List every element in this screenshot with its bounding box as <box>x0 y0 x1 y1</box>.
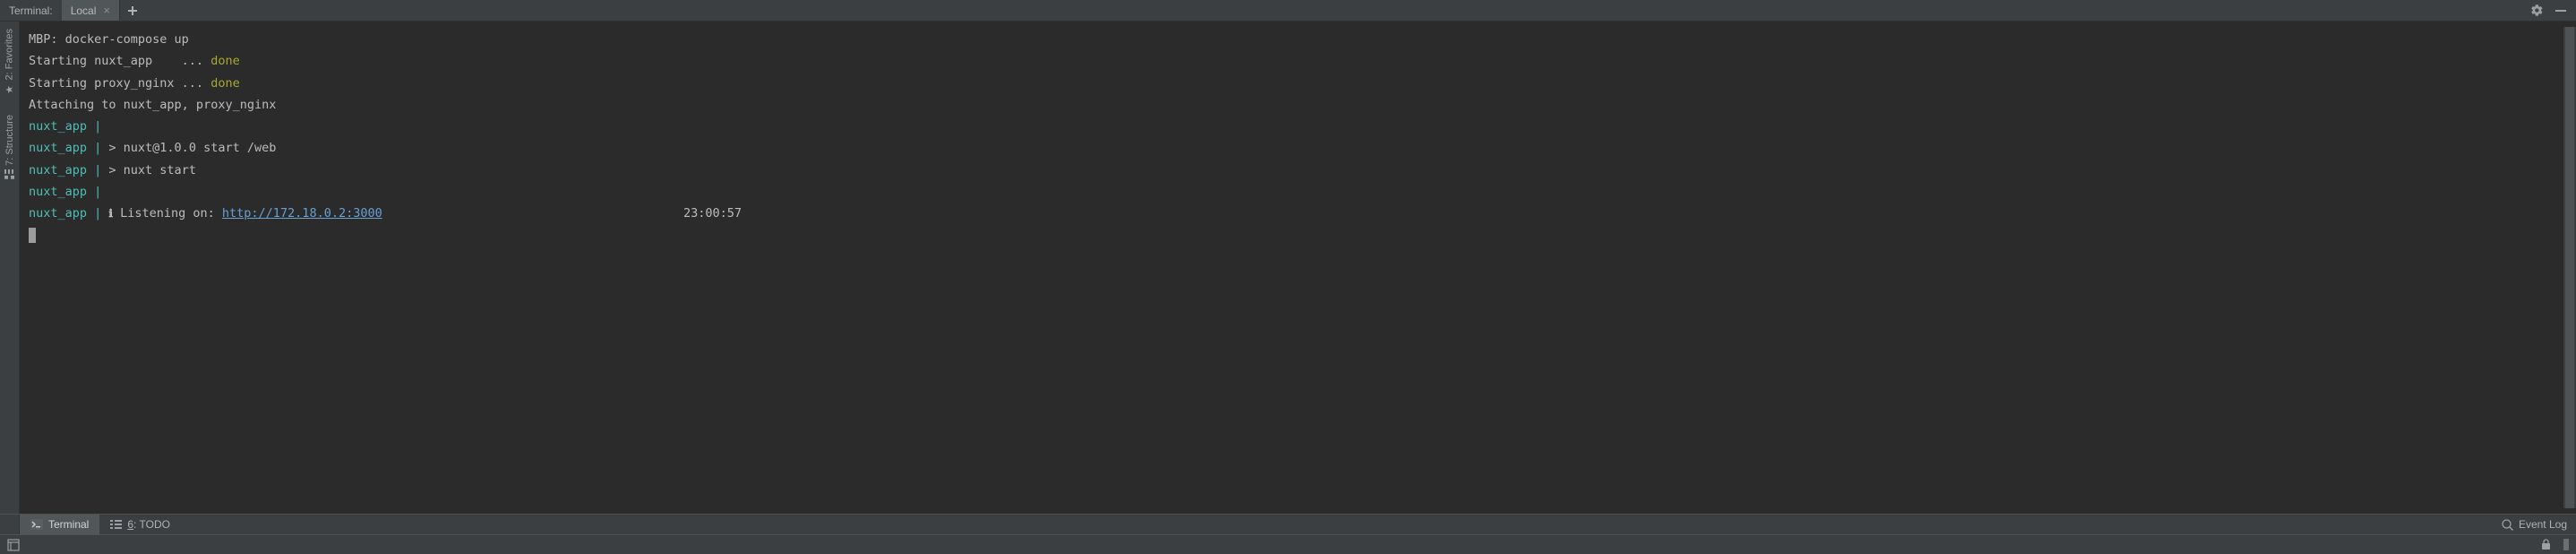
terminal-line: Starting nuxt_app ... done <box>29 50 2553 72</box>
terminal-output[interactable]: MBP: docker-compose up Starting nuxt_app … <box>21 27 2560 508</box>
terminal-tab-local[interactable]: Local × <box>62 0 120 21</box>
terminal-line: nuxt_app | ℹ Listening on: http://172.18… <box>29 203 2553 224</box>
todo-icon <box>110 519 122 530</box>
event-log-icon <box>2502 519 2513 531</box>
terminal-line: MBP: docker-compose up <box>29 29 2553 50</box>
add-tab-button[interactable] <box>120 0 145 21</box>
terminal-text: > nuxt start <box>101 163 196 177</box>
terminal-text: MBP: docker-compose up <box>29 32 189 47</box>
terminal-line: nuxt_app | > nuxt@1.0.0 start /web <box>29 137 2553 159</box>
terminal-cursor <box>29 228 36 243</box>
terminal-text: Starting nuxt_app ... <box>29 54 210 68</box>
terminal-text: nuxt_app | <box>29 185 101 199</box>
terminal-text: done <box>210 76 240 91</box>
tool-window-event-log[interactable]: Event Log <box>2493 515 2576 534</box>
gear-icon[interactable] <box>2530 4 2544 17</box>
terminal-text: nuxt_app | <box>29 119 101 134</box>
terminal-line: nuxt_app | <box>29 181 2553 203</box>
structure-icon <box>4 169 14 179</box>
sidebar-tab-structure[interactable]: 7: Structure <box>4 108 15 186</box>
terminal-text: nuxt_app | <box>29 163 101 177</box>
terminal-line: Starting proxy_nginx ... done <box>29 73 2553 94</box>
ide-terminal-panel: Terminal: Local × ★ 2: Favorites <box>0 0 2576 554</box>
status-bar <box>0 534 2576 554</box>
terminal-text: done <box>210 54 240 68</box>
terminal-text: Attaching to nuxt_app, proxy_nginx <box>29 98 276 112</box>
tool-label: Terminal <box>48 518 89 531</box>
plus-icon <box>127 5 138 16</box>
terminal-icon <box>30 519 43 530</box>
terminal-text: nuxt_app | <box>29 141 101 155</box>
terminal-line: nuxt_app | <box>29 116 2553 137</box>
terminal-text: Listening on: <box>113 206 222 221</box>
windows-icon[interactable] <box>7 539 20 551</box>
tool-window-terminal[interactable]: Terminal <box>20 515 99 534</box>
tool-label: 6: TODO <box>127 518 170 531</box>
terminal-text: > nuxt@1.0.0 start /web <box>101 141 276 155</box>
sidebar-tab-label: 7: Structure <box>4 115 15 166</box>
terminal-tab-bar: Terminal: Local × <box>0 0 2576 22</box>
sidebar-tab-favorites[interactable]: ★ 2: Favorites <box>4 22 15 102</box>
terminal-line: nuxt_app | > nuxt start <box>29 160 2553 181</box>
lock-icon[interactable] <box>2541 539 2551 550</box>
terminal-line: Attaching to nuxt_app, proxy_nginx <box>29 94 2553 116</box>
terminal-text: Starting proxy_nginx ... <box>29 76 210 91</box>
terminal-timestamp: 23:00:57 <box>683 203 742 224</box>
inspector-icon[interactable] <box>2563 539 2569 550</box>
terminal-scrollbar[interactable] <box>2563 27 2576 508</box>
terminal-link[interactable]: http://172.18.0.2:3000 <box>222 206 382 221</box>
panel-title: Terminal: <box>0 0 62 21</box>
terminal-line <box>29 225 2553 247</box>
terminal-text: nuxt_app | <box>29 206 101 221</box>
bottom-tool-bar: Terminal 6: TODO Event Log <box>0 514 2576 534</box>
close-icon[interactable]: × <box>103 4 110 17</box>
terminal-output-area[interactable]: MBP: docker-compose up Starting nuxt_app … <box>20 22 2576 514</box>
terminal-body: ★ 2: Favorites 7: Structure MBP: docker-… <box>0 22 2576 514</box>
tool-window-todo[interactable]: 6: TODO <box>99 515 181 534</box>
tool-label: Event Log <box>2519 518 2567 531</box>
scrollbar-thumb[interactable] <box>2565 27 2574 508</box>
side-tool-tabs: ★ 2: Favorites 7: Structure <box>0 22 20 514</box>
star-icon: ★ <box>4 83 15 95</box>
minimize-icon[interactable] <box>2555 4 2567 17</box>
tab-label: Local <box>71 4 97 17</box>
sidebar-tab-label: 2: Favorites <box>4 29 15 80</box>
